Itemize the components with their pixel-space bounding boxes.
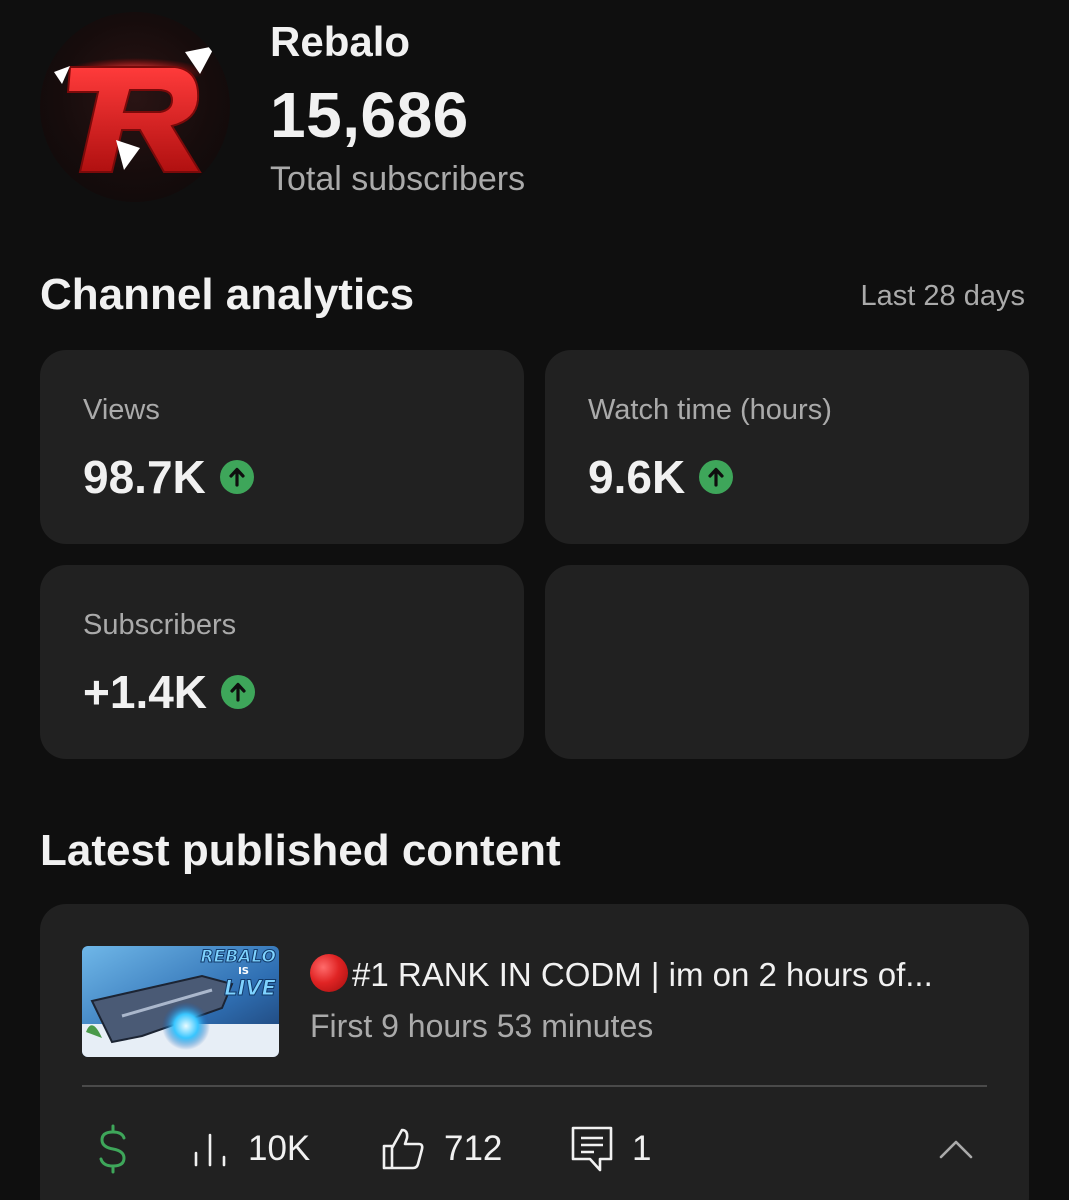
video-duration-caption: First 9 hours 53 minutes	[310, 1008, 654, 1044]
video-title[interactable]: #1 RANK IN CODM | im on 2 hours of...	[310, 954, 933, 994]
views-card[interactable]: Views 98.7K	[40, 350, 524, 544]
date-range-label[interactable]: Last 28 days	[861, 280, 1025, 313]
total-subscriber-count: 15,686	[270, 79, 469, 151]
watch-time-value: 9.6K	[588, 451, 686, 503]
subscribers-label: Subscribers	[83, 609, 237, 641]
comments-stat[interactable]: 1	[570, 1122, 651, 1176]
latest-content-title: Latest published content	[40, 826, 561, 875]
views-stat[interactable]: 10K	[190, 1122, 310, 1176]
bar-chart-icon	[190, 1129, 230, 1169]
total-subscriber-label: Total subscribers	[270, 160, 526, 198]
chevron-up-icon	[938, 1138, 974, 1160]
watch-time-card[interactable]: Watch time (hours) 9.6K	[545, 350, 1029, 544]
empty-metric-card	[545, 565, 1029, 759]
channel-avatar[interactable]	[40, 12, 230, 202]
channel-logo	[54, 46, 215, 173]
up-arrow-icon	[699, 460, 734, 494]
monetization-stat[interactable]	[96, 1122, 130, 1176]
comments-count: 1	[632, 1129, 652, 1168]
watch-time-value-row: 9.6K	[588, 450, 734, 504]
subscribers-value-row: +1.4K	[83, 665, 256, 719]
live-red-circle-icon	[310, 954, 348, 992]
views-value-row: 98.7K	[83, 450, 254, 504]
views-label: Views	[83, 394, 160, 426]
channel-dashboard: Rebalo 15,686 Total subscribers Channel …	[0, 0, 1069, 1200]
subscribers-card[interactable]: Subscribers +1.4K	[40, 565, 524, 759]
views-count: 10K	[248, 1129, 311, 1168]
card-divider	[82, 1085, 987, 1087]
likes-stat[interactable]: 712	[380, 1122, 502, 1176]
likes-count: 712	[444, 1129, 503, 1168]
thumbnail-title-text: REBALO	[200, 947, 276, 968]
up-arrow-icon	[221, 675, 256, 709]
channel-name: Rebalo	[270, 18, 411, 65]
comment-icon	[570, 1125, 614, 1173]
thumbnail-live-text: LIVE	[224, 976, 277, 1001]
subscribers-value: +1.4K	[83, 666, 208, 718]
latest-video-card[interactable]: REBALO IS LIVE #1 RANK IN CODM | im on 2…	[40, 904, 1029, 1200]
views-value: 98.7K	[83, 451, 206, 503]
thumbs-up-icon	[380, 1126, 426, 1172]
channel-analytics-title: Channel analytics	[40, 270, 415, 319]
up-arrow-icon	[219, 460, 254, 494]
watch-time-label: Watch time (hours)	[588, 394, 832, 426]
video-thumbnail[interactable]: REBALO IS LIVE	[82, 946, 279, 1057]
video-title-text: #1 RANK IN CODM | im on 2 hours of...	[352, 956, 933, 993]
dollar-icon	[96, 1124, 130, 1174]
expand-toggle[interactable]	[938, 1122, 974, 1176]
